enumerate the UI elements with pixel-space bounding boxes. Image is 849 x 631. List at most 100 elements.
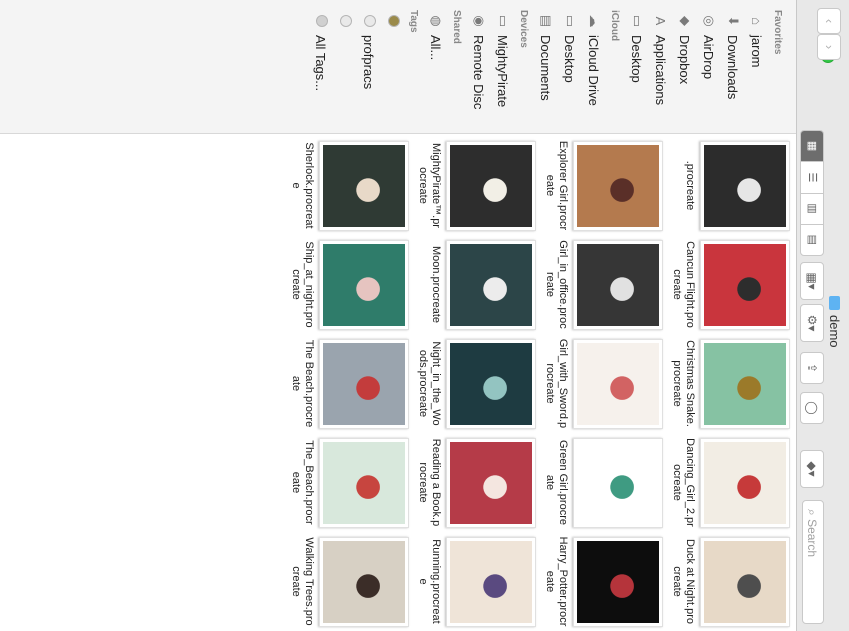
- file-item[interactable]: Explorer Girl.procreate: [536, 136, 663, 235]
- sidebar-item-icloud-2[interactable]: ▤ Documents: [534, 0, 558, 133]
- sidebar-item-devices-1[interactable]: ◉ Remote Disc: [467, 0, 491, 133]
- back-button[interactable]: ‹: [817, 8, 841, 34]
- action-button[interactable]: ⚙▾: [800, 304, 824, 342]
- dropbox-icon: ◆: [678, 16, 693, 26]
- sidebar-item-shared-0[interactable]: ◍ All...: [424, 0, 448, 133]
- tag-button[interactable]: ◯: [800, 392, 824, 424]
- dropbox-icon: ◆▾: [805, 461, 819, 477]
- file-item[interactable]: Green Girl.procreate: [536, 433, 663, 532]
- sidebar-item-tags-1[interactable]: profpracs: [357, 0, 381, 133]
- sidebar-item-favorites-4[interactable]: A Applications: [649, 0, 673, 133]
- file-name: Reading a Book.procreate: [417, 438, 442, 527]
- sidebar-item-icloud-0[interactable]: ☁ iCloud Drive: [582, 0, 606, 133]
- file-item[interactable]: Sherlock.procreate: [282, 136, 409, 235]
- coverflow-icon: ▤: [806, 234, 818, 246]
- artwork-preview: [704, 243, 786, 326]
- share-button[interactable]: ⇪: [800, 352, 824, 384]
- forward-button[interactable]: ›: [817, 34, 841, 60]
- sidebar-item-favorites-3[interactable]: ◆ Dropbox: [673, 0, 697, 133]
- file-name: Green Girl.procreate: [544, 440, 569, 525]
- coverflow-view-button[interactable]: ▤: [801, 225, 823, 255]
- share-icon: ⇪: [805, 362, 819, 374]
- sidebar-item-label: iCloud Drive: [586, 35, 602, 106]
- file-item[interactable]: Running.procreate: [409, 532, 536, 631]
- sidebar-item-icloud-1[interactable]: ▭ Desktop: [558, 0, 582, 133]
- file-item[interactable]: Girl_in_office.procreate: [536, 235, 663, 334]
- chevron-left-icon: ‹: [822, 18, 837, 24]
- file-item[interactable]: Duck at Night.procreate: [663, 532, 790, 631]
- file-item[interactable]: Walking Trees.procreate: [282, 532, 409, 631]
- tag-icon: [386, 14, 401, 28]
- sidebar-item-devices-0[interactable]: ▭ MightyPirate: [491, 0, 515, 133]
- sidebar-item-favorites-2[interactable]: ◎ AirDrop: [697, 0, 721, 133]
- file-name: Girl_in_office.procreate: [544, 240, 569, 329]
- file-item[interactable]: Harry_Potter.procreate: [536, 532, 663, 631]
- gear-icon: ⚙▾: [805, 314, 819, 332]
- artwork-preview: [704, 144, 786, 227]
- sidebar-item-label: All Tags...: [313, 35, 329, 92]
- file-item[interactable]: Girl_with_Sword.procreate: [536, 334, 663, 433]
- file-name: Christmas Snake.procreate: [671, 340, 696, 427]
- sidebar-item-tags-0[interactable]: [381, 0, 405, 133]
- view-switcher: ▦ ☰ ▥ ▤: [800, 130, 824, 256]
- file-thumbnail: [700, 140, 790, 231]
- search-field[interactable]: ⌕ Search: [802, 500, 824, 624]
- sidebar-item-label: jarom: [749, 35, 765, 68]
- file-item[interactable]: Cancun Flight.procreate: [663, 235, 790, 334]
- sidebar-item-tags-3[interactable]: All Tags...: [309, 0, 333, 133]
- artwork-preview: [450, 144, 532, 227]
- tag-icon: [362, 14, 377, 28]
- file-item[interactable]: Ship_at_night.procreate: [282, 235, 409, 334]
- file-item[interactable]: The Beach.procreate: [282, 334, 409, 433]
- file-name: Sherlock.procreate: [290, 142, 315, 229]
- favorites-header: Favorites: [772, 10, 783, 55]
- file-item[interactable]: Night_in_the_Woods.procreate: [409, 334, 536, 433]
- file-thumbnail: [446, 338, 536, 429]
- file-thumbnail: [700, 536, 790, 627]
- file-name: Night_in_the_Woods.procreate: [417, 341, 442, 426]
- file-item[interactable]: .procreate: [663, 136, 790, 235]
- sidebar-item-favorites-0[interactable]: ⌂ jarom: [745, 0, 769, 133]
- artwork-preview: [323, 540, 405, 623]
- window-title-label: demo: [827, 315, 842, 348]
- artwork-preview: [323, 144, 405, 227]
- dropbox-button[interactable]: ◆▾: [800, 450, 824, 488]
- file-name: Walking Trees.procreate: [290, 537, 315, 626]
- file-thumbnail: [446, 239, 536, 330]
- file-name: Ship_at_night.procreate: [290, 241, 315, 328]
- arrange-button[interactable]: ▦▾: [800, 262, 824, 300]
- file-thumbnail: [573, 437, 663, 528]
- artwork-preview: [704, 540, 786, 623]
- tags-header: Tags: [408, 10, 419, 33]
- icon-view-button[interactable]: ▦: [801, 131, 823, 163]
- file-thumbnail: [700, 338, 790, 429]
- sidebar-item-label: All...: [428, 35, 444, 61]
- file-item[interactable]: Dancing_Girl_2.procreate: [663, 433, 790, 532]
- applications-icon: A: [653, 16, 669, 26]
- list-view-button[interactable]: ☰: [801, 162, 823, 194]
- finder-window: demo ‹ › ▦ ☰ ▥ ▤ ▦▾ ⚙▾ ⇪ ◯ ◆▾ ⌕ Search F…: [0, 0, 849, 631]
- sidebar-item-tags-2[interactable]: [333, 0, 357, 133]
- sidebar-item-label: Desktop: [562, 35, 578, 83]
- tag-icon: [338, 14, 353, 28]
- file-item[interactable]: Reading a Book.procreate: [409, 433, 536, 532]
- file-thumbnail: [573, 536, 663, 627]
- file-item[interactable]: Moon.procreate: [409, 235, 536, 334]
- file-thumbnail: [700, 437, 790, 528]
- sidebar: Favorites ⌂ jarom ⬇ Downloads ◎ AirDrop ◆ Dropb…: [0, 0, 796, 134]
- sidebar-item-favorites-5[interactable]: ▭ Desktop: [625, 0, 649, 133]
- window-title: demo: [827, 296, 842, 348]
- file-name: Dancing_Girl_2.procreate: [671, 438, 696, 527]
- documents-icon: ▤: [539, 14, 554, 28]
- file-item[interactable]: Christmas Snake.procreate: [663, 334, 790, 433]
- artwork-preview: [577, 342, 659, 425]
- sidebar-item-favorites-1[interactable]: ⬇ Downloads: [721, 0, 745, 133]
- file-thumbnail: [319, 140, 409, 231]
- artwork-preview: [450, 540, 532, 623]
- file-item[interactable]: MightyPirate™.procreate: [409, 136, 536, 235]
- file-name: MightyPirate™.procreate: [417, 143, 442, 228]
- file-item[interactable]: The_Beach.procreate: [282, 433, 409, 532]
- file-name: The_Beach.procreate: [290, 440, 315, 525]
- file-thumbnail: [446, 140, 536, 231]
- column-view-button[interactable]: ▥: [801, 193, 823, 225]
